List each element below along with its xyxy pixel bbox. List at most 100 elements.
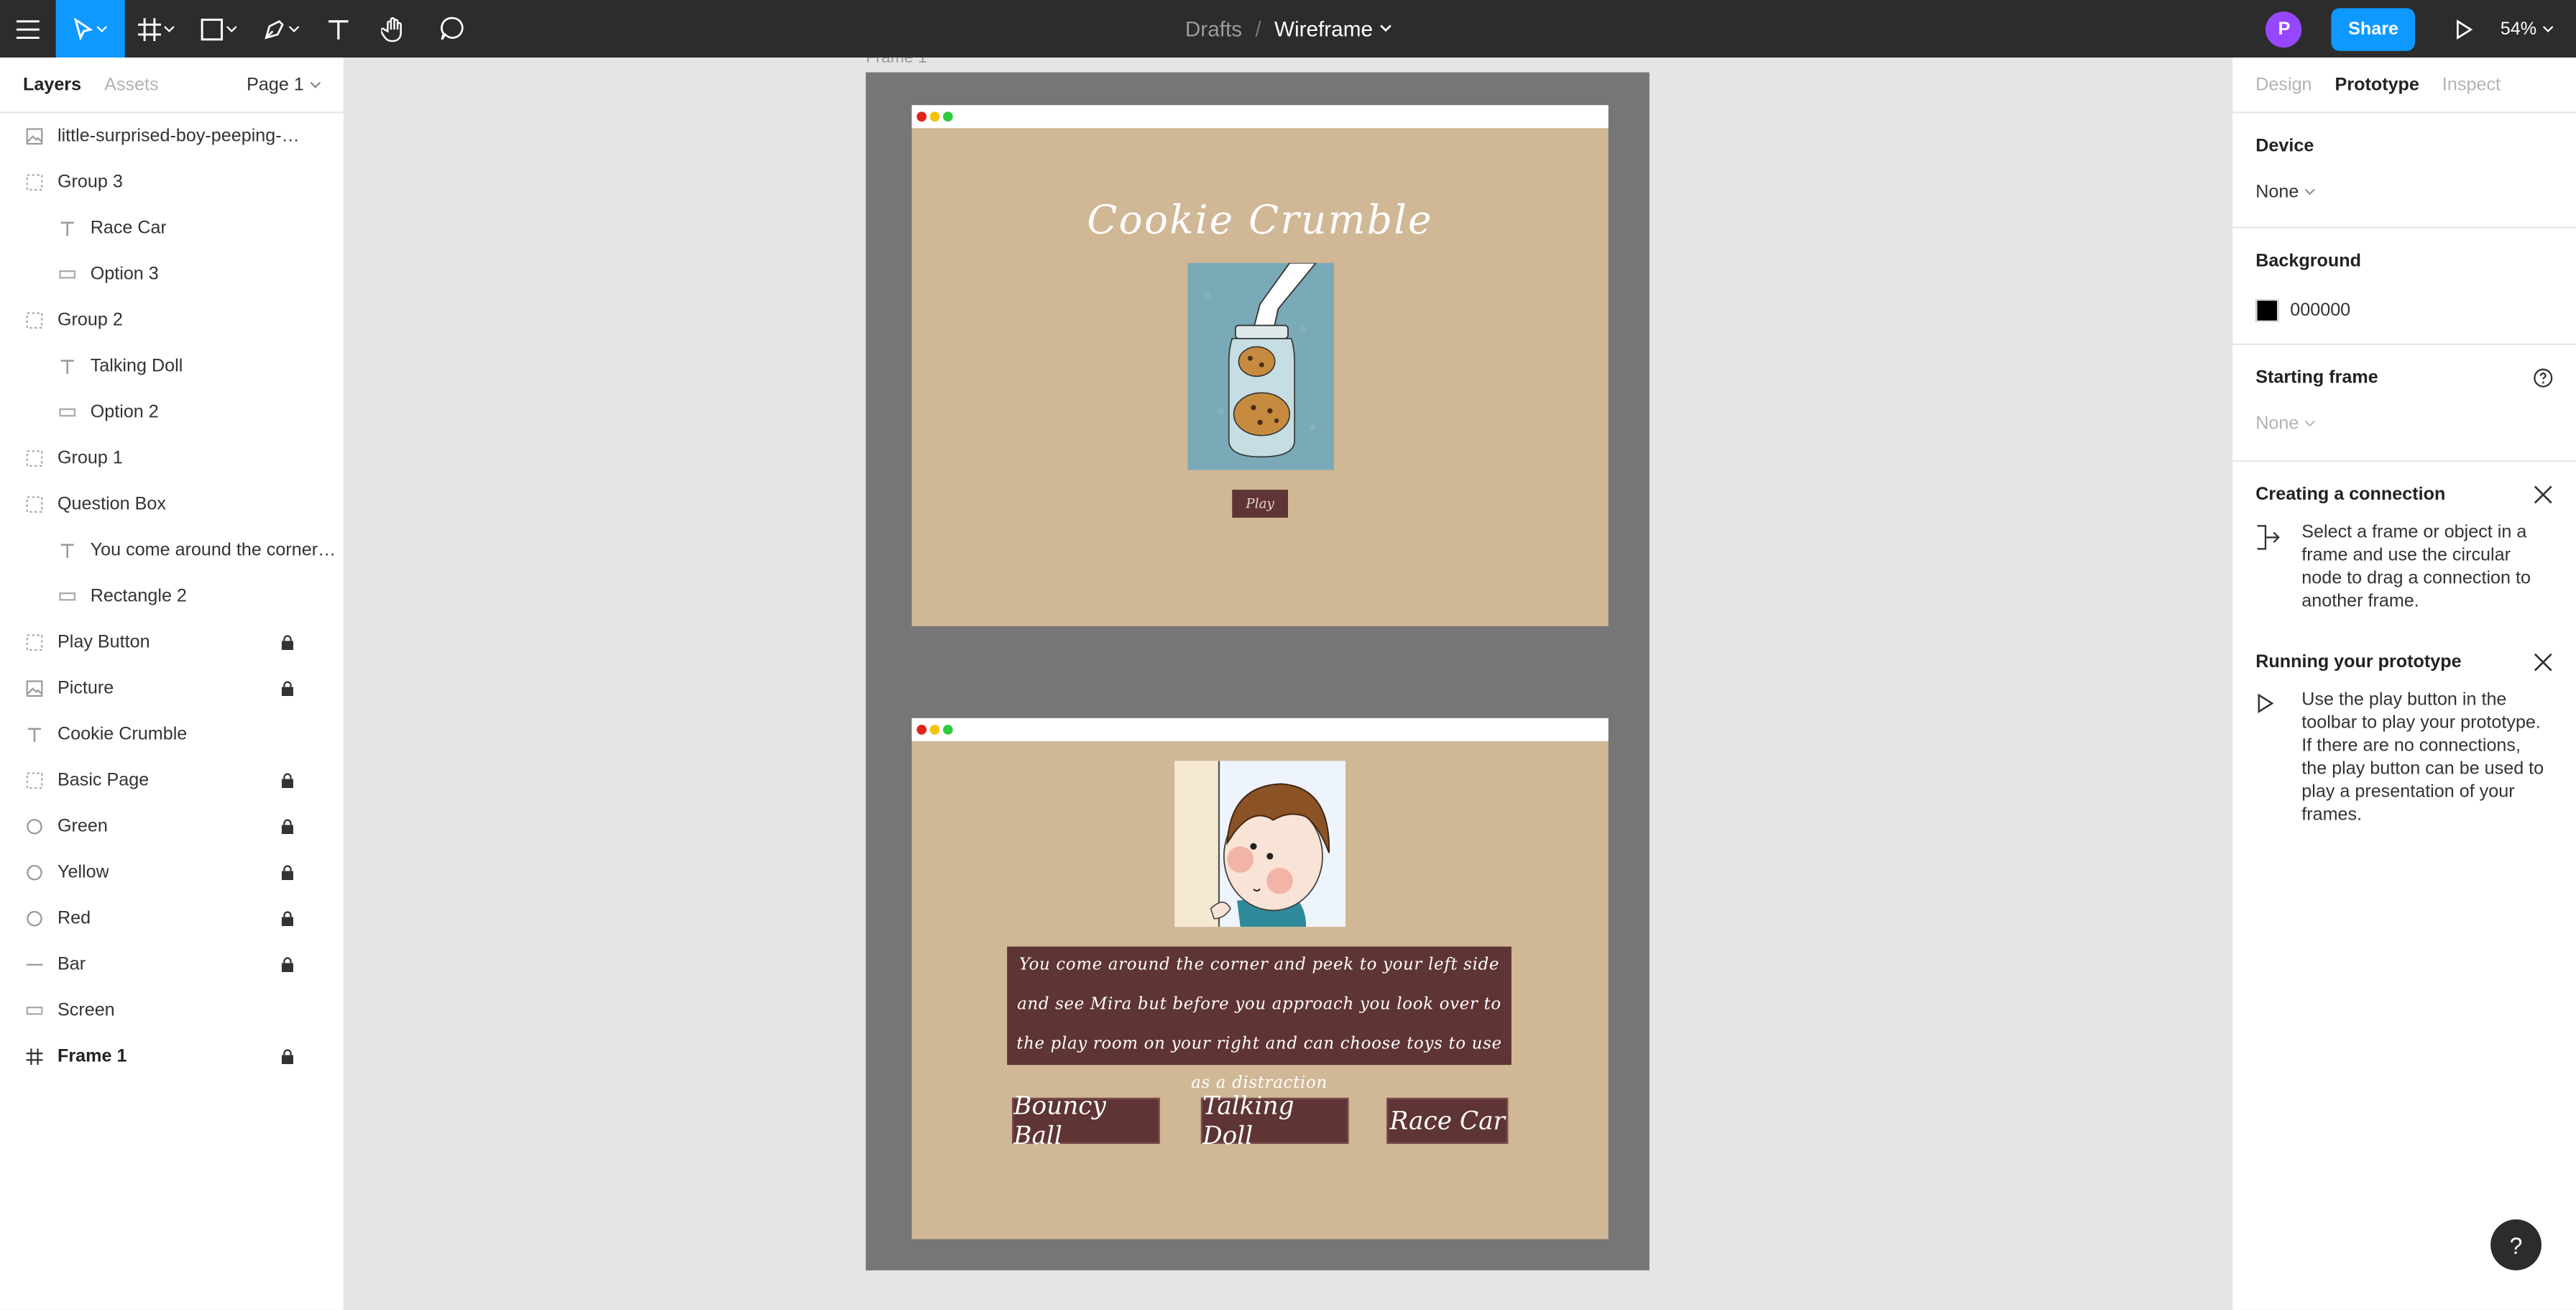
layer-list: little-surprised-boy-peeping-out-... Grou… [0, 114, 344, 1080]
move-tool-button[interactable] [55, 0, 125, 58]
lock-icon[interactable] [281, 634, 294, 651]
lock-icon[interactable] [281, 680, 294, 697]
tab-design[interactable]: Design [2255, 75, 2312, 94]
help-circle-icon[interactable] [2534, 368, 2553, 388]
close-icon[interactable] [2534, 652, 2553, 672]
background-hex-value[interactable]: 000000 [2290, 301, 2350, 320]
frame-label[interactable]: Frame 1 [866, 58, 927, 68]
close-icon[interactable] [2534, 485, 2553, 504]
lock-icon[interactable] [281, 864, 294, 881]
help-button[interactable]: ? [2490, 1219, 2542, 1270]
chevron-down-icon [289, 25, 299, 32]
layer-row[interactable]: You come around the corner a... [0, 528, 344, 574]
cookie-jar-picture[interactable] [1187, 262, 1334, 470]
layer-name: Yellow [57, 862, 109, 883]
text-icon [59, 220, 75, 237]
layer-row[interactable]: Red [0, 896, 344, 942]
lock-icon[interactable] [281, 818, 294, 835]
layer-name: Green [57, 816, 108, 837]
connection-title: Creating a connection [2255, 485, 2446, 505]
hand-tool-button[interactable] [364, 0, 423, 58]
lock-icon[interactable] [281, 956, 294, 973]
main-menu-button[interactable] [0, 0, 56, 58]
app-root: Drafts / Wireframe P Share 54% Layers As… [0, 0, 2576, 1310]
layer-name: You come around the corner a... [90, 540, 337, 561]
running-help-section: Running your prototype Use the play butt… [2232, 636, 2576, 850]
background-color-row[interactable]: 000000 [2255, 288, 2553, 334]
design-canvas[interactable]: Frame 1 Cookie Crumble Play You come aro… [344, 57, 2231, 1310]
lock-icon[interactable] [281, 1048, 294, 1065]
left-panel-tabs: Layers Assets Page 1 [0, 58, 344, 114]
device-dropdown[interactable]: None [2255, 173, 2553, 212]
layer-row[interactable]: Yellow [0, 850, 344, 896]
browser-bar [911, 718, 1609, 741]
connection-info: Select a frame or object in a frame and … [2255, 521, 2553, 636]
layer-row[interactable]: Option 2 [0, 390, 344, 436]
text-icon [59, 358, 75, 375]
option-bouncy-ball[interactable]: Bouncy Ball [1011, 1091, 1160, 1150]
layer-row[interactable]: Talking Doll [0, 344, 344, 390]
file-name-dropdown[interactable]: Wireframe [1274, 17, 1391, 41]
screen-start[interactable]: Cookie Crumble Play [911, 105, 1609, 626]
cookie-crumble-title[interactable]: Cookie Crumble [912, 197, 1609, 243]
background-color-swatch[interactable] [2255, 298, 2279, 322]
hamburger-icon [16, 19, 40, 38]
layer-row[interactable]: Green [0, 804, 344, 850]
layer-row[interactable]: Group 3 [0, 160, 344, 206]
starting-frame-dropdown[interactable]: None [2255, 404, 2553, 444]
frame-tool-button[interactable] [125, 0, 188, 58]
running-info: Use the play button in the toolbar to pl… [2255, 689, 2553, 850]
layer-row[interactable]: Group 1 [0, 436, 344, 482]
layer-row[interactable]: Screen [0, 988, 344, 1034]
lock-icon[interactable] [281, 772, 294, 789]
lock-icon[interactable] [281, 910, 294, 927]
image-icon [26, 128, 43, 145]
background-title: Background [2255, 251, 2361, 272]
tab-inspect[interactable]: Inspect [2442, 75, 2501, 94]
layer-row[interactable]: Option 3 [0, 252, 344, 298]
layer-name: Rectangle 2 [90, 586, 187, 607]
layer-name: Question Box [57, 494, 166, 515]
layer-row[interactable]: Frame 1 [0, 1034, 344, 1080]
play-button[interactable]: Play [1232, 490, 1288, 518]
breadcrumb-drafts[interactable]: Drafts [1185, 17, 1242, 41]
zoom-dropdown[interactable]: 54% [2501, 19, 2553, 39]
shape-tool-button[interactable] [188, 0, 250, 58]
layer-row[interactable]: Rectangle 2 [0, 574, 344, 620]
layer-name: Group 3 [57, 172, 123, 193]
layer-row[interactable]: Play Button [0, 620, 344, 666]
layer-name: Picture [57, 678, 114, 699]
layer-row[interactable]: Group 2 [0, 298, 344, 344]
tab-layers[interactable]: Layers [23, 75, 81, 94]
play-icon [2258, 693, 2274, 713]
comment-bubble-icon [439, 17, 463, 40]
question-box[interactable]: You come around the corner and peek to y… [1007, 946, 1512, 1093]
starting-frame-section: Starting frame None [2232, 345, 2576, 462]
option-race-car[interactable]: Race Car [1386, 1097, 1509, 1144]
text-tool-button[interactable] [312, 0, 364, 58]
rectangle-icon [59, 588, 76, 605]
pen-tool-button[interactable] [249, 0, 312, 58]
layer-row[interactable]: Bar [0, 942, 344, 988]
layer-row[interactable]: Question Box [0, 482, 344, 528]
peeping-boy-picture[interactable] [1174, 761, 1346, 927]
present-button[interactable] [2444, 19, 2484, 39]
connection-node-icon [2257, 525, 2280, 550]
frame-1[interactable]: Cookie Crumble Play You come around the … [865, 72, 1650, 1270]
tab-prototype[interactable]: Prototype [2335, 75, 2419, 94]
option-talking-doll[interactable]: Talking Doll [1200, 1091, 1349, 1150]
screen-question[interactable]: You come around the corner and peek to y… [911, 718, 1609, 1240]
share-button[interactable]: Share [2332, 7, 2415, 50]
comment-tool-button[interactable] [424, 0, 480, 58]
connection-text: Select a frame or object in a frame and … [2301, 522, 2531, 612]
page-selector[interactable]: Page 1 [247, 75, 321, 94]
user-avatar[interactable]: P [2266, 10, 2303, 47]
tab-assets[interactable]: Assets [104, 75, 158, 94]
layer-name: Group 2 [57, 310, 123, 331]
layer-row[interactable]: Race Car [0, 206, 344, 252]
layer-row[interactable]: little-surprised-boy-peeping-out-... [0, 114, 344, 160]
layer-row[interactable]: Cookie Crumble [0, 712, 344, 758]
layer-row[interactable]: Picture [0, 666, 344, 712]
group-icon [26, 174, 43, 191]
layer-row[interactable]: Basic Page [0, 758, 344, 804]
